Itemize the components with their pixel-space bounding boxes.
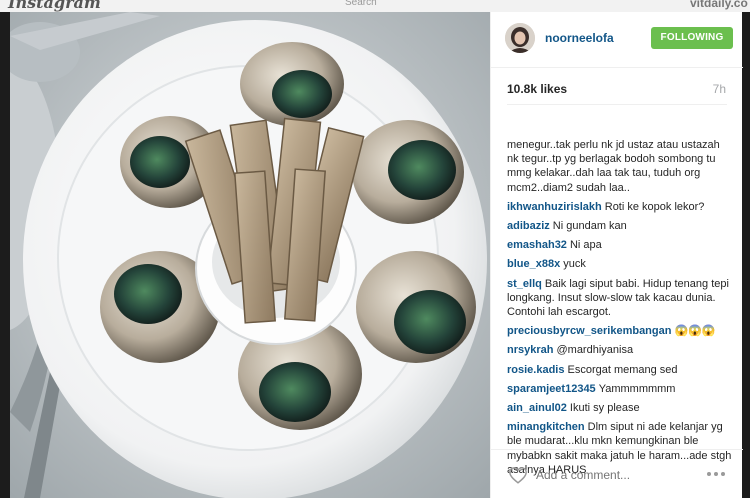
post-time[interactable]: 7h bbox=[713, 82, 726, 96]
divider bbox=[507, 104, 727, 105]
comment: blue_x88x yuck bbox=[507, 257, 733, 271]
comments-list: menegur..tak perlu nk jd ustaz atau usta… bbox=[507, 138, 733, 482]
comment-username[interactable]: rosie.kadis bbox=[507, 364, 564, 376]
comment-text: Ni gundam kan bbox=[552, 220, 627, 233]
post-caption: menegur..tak perlu nk jd ustaz atau usta… bbox=[507, 139, 720, 194]
comment-username[interactable]: st_ellq bbox=[507, 278, 542, 290]
comment-username[interactable]: ain_ainul02 bbox=[507, 402, 567, 414]
instagram-logo[interactable]: Instagram bbox=[8, 0, 101, 12]
comment-text: Ikuti sy please bbox=[569, 402, 640, 415]
comment: preciousbyrcw_serikembangan 😱😱😱 bbox=[507, 324, 733, 338]
comment-bar bbox=[491, 449, 743, 498]
following-button[interactable]: FOLLOWING bbox=[651, 27, 733, 49]
post-header: noorneelofa FOLLOWING bbox=[491, 12, 743, 68]
comment: ikhwanhuzirislakh Roti ke kopok lekor? bbox=[507, 200, 733, 214]
comment: adibaziz Ni gundam kan bbox=[507, 219, 733, 233]
comment-username[interactable]: sparamjeet12345 bbox=[507, 383, 596, 395]
background-search[interactable]: Search bbox=[345, 0, 377, 8]
comment-username[interactable]: ikhwanhuzirislakh bbox=[507, 201, 602, 213]
comment: st_ellq Baik lagi siput babi. Hidup tenan… bbox=[507, 277, 733, 320]
comment: rosie.kadis Escorgat memang sed bbox=[507, 363, 733, 377]
comment: ain_ainul02 Ikuti sy please bbox=[507, 401, 733, 415]
comment: sparamjeet12345 Yammmmmmm bbox=[507, 382, 733, 396]
comment-text: Ni apa bbox=[569, 239, 602, 252]
comment-username[interactable]: emashah32 bbox=[507, 239, 567, 251]
post-modal: noorneelofa FOLLOWING 10.8k likes 7h men… bbox=[10, 12, 743, 498]
post-sidebar: noorneelofa FOLLOWING 10.8k likes 7h men… bbox=[490, 12, 743, 498]
comment-text: Roti ke kopok lekor? bbox=[604, 200, 705, 213]
comment-username[interactable]: adibaziz bbox=[507, 220, 550, 232]
background-header: Instagram Search vitdaily.co bbox=[0, 0, 750, 12]
comment-text: Escorgat memang sed bbox=[567, 363, 678, 376]
comment-text: @mardhiyanisa bbox=[556, 344, 634, 357]
comment-username[interactable]: preciousbyrcw_serikembangan bbox=[507, 325, 671, 337]
post-author-username[interactable]: noorneelofa bbox=[545, 31, 614, 45]
add-comment-input[interactable] bbox=[536, 465, 696, 485]
comment-text: 😱😱😱 bbox=[674, 325, 716, 338]
likes-count[interactable]: 10.8k likes bbox=[507, 82, 567, 96]
post-photo bbox=[10, 12, 490, 498]
comment-username[interactable]: blue_x88x bbox=[507, 258, 560, 270]
comment: nrsykrah @mardhiyanisa bbox=[507, 343, 733, 357]
comment-username[interactable]: minangkitchen bbox=[507, 421, 585, 433]
comment-text: yuck bbox=[563, 258, 586, 271]
comment-username[interactable]: nrsykrah bbox=[507, 344, 553, 356]
comment-text: Yammmmmmm bbox=[598, 382, 676, 395]
comment: emashah32 Ni apa bbox=[507, 238, 733, 252]
more-options-icon[interactable] bbox=[707, 472, 729, 478]
watermark: vitdaily.co bbox=[690, 0, 748, 10]
heart-icon[interactable] bbox=[508, 466, 528, 484]
avatar[interactable] bbox=[505, 23, 535, 53]
